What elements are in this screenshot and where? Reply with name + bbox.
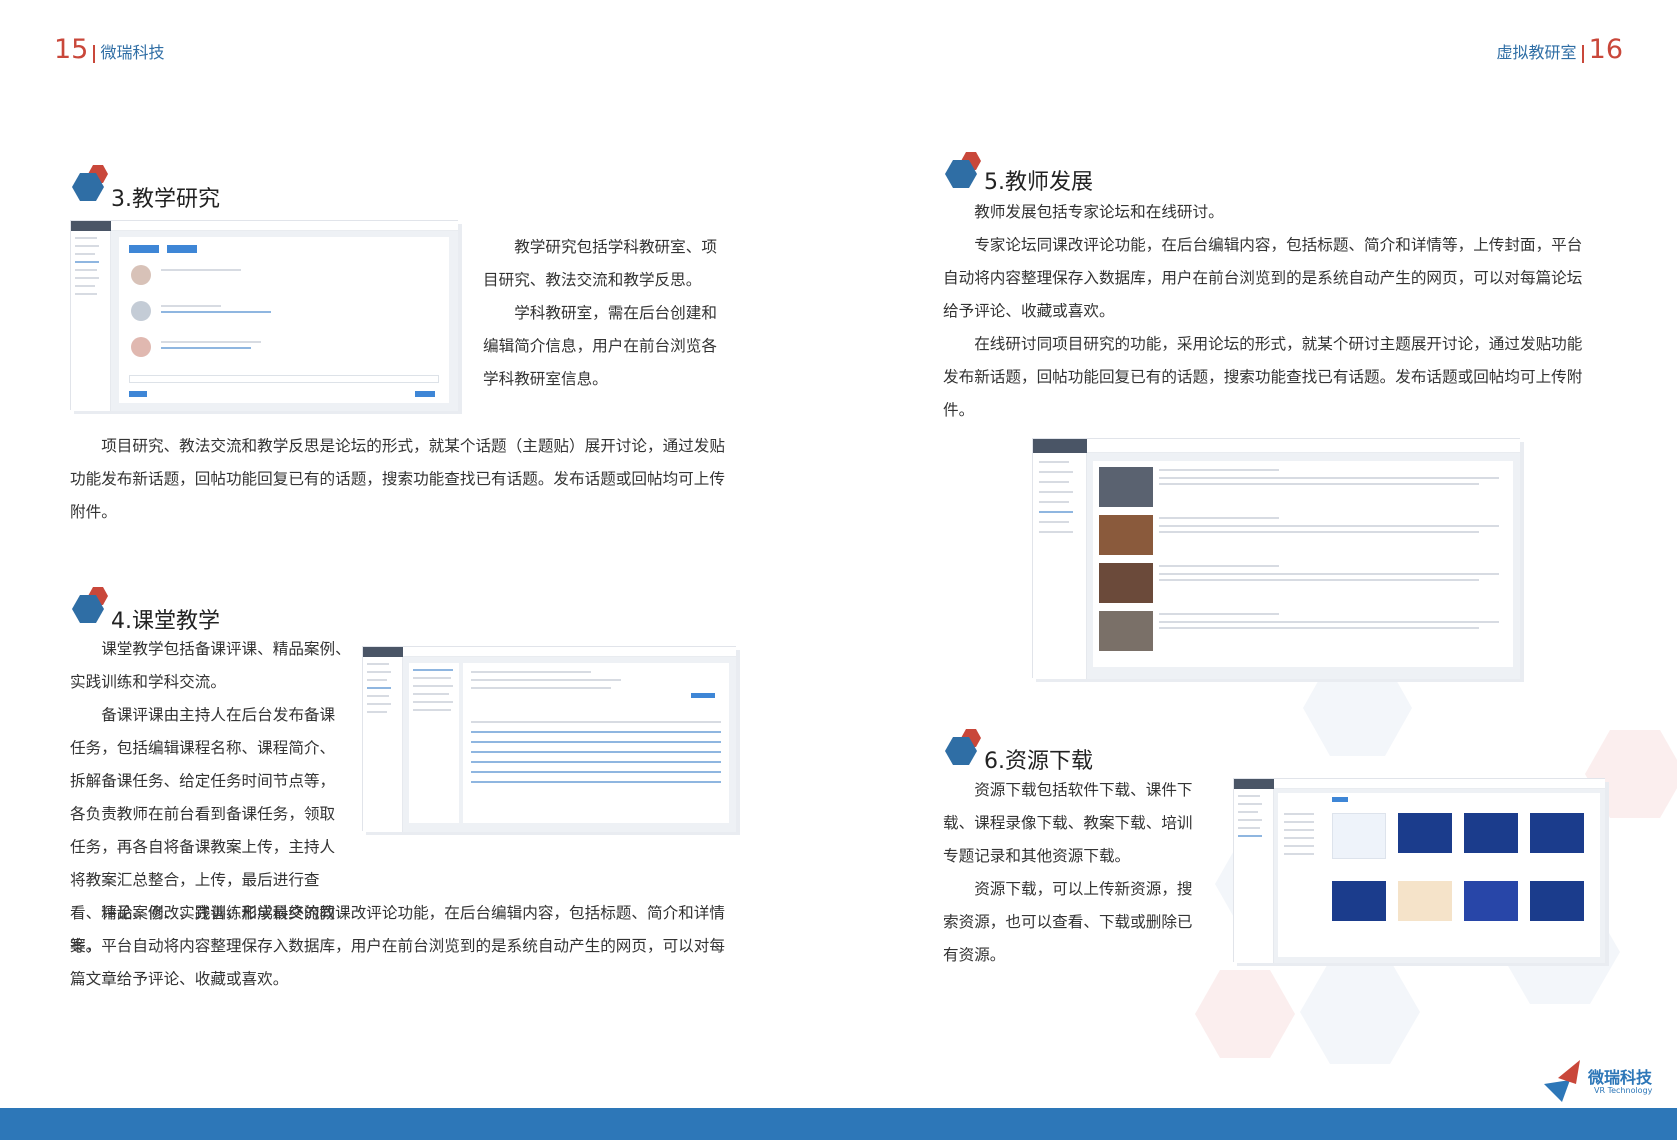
section-5-body: 教师发展包括专家论坛和在线研讨。 专家论坛同课改评论功能，在后台编辑内容，包括标… — [943, 196, 1591, 427]
footer-logo-sub: VR Technology — [1594, 1086, 1653, 1095]
right-page-title: 虚拟教研室 — [1496, 43, 1577, 62]
section-4-title: 4.课堂教学 — [111, 609, 220, 634]
section-3-para-2: 学科教研室，需在后台创建和编辑简介信息，用户在前台浏览各学科教研室信息。 — [483, 304, 717, 388]
hexagon-icon — [72, 587, 108, 623]
section-4-para-2-wrap: 备课评课由主持人在后台发布备课任务，包括编辑课程名称、课程简介、拆解备课任务、给… — [70, 699, 352, 955]
header-divider — [1581, 44, 1584, 63]
footer-logo-name: 微瑞科技 — [1588, 1068, 1653, 1087]
section-4-intro: 课堂教学包括备课评课、精品案例、实践训练和学科交流。 — [70, 633, 352, 699]
footer-logo: 微瑞科技 VR Technology — [1540, 1050, 1670, 1106]
section-3-title: 3.教学研究 — [111, 187, 220, 212]
hexagon-icon — [945, 152, 981, 188]
section-6-para-2: 资源下载，可以上传新资源，搜索资源，也可以查看、下载或删除已有资源。 — [943, 880, 1193, 964]
section-5-para-3: 在线研讨同项目研究的功能，采用论坛的形式，就某个研讨主题展开讨论，通过发贴功能发… — [943, 335, 1583, 419]
header-divider — [93, 44, 96, 63]
right-page-number: 16 — [1588, 34, 1623, 65]
hexagon-icon — [72, 165, 108, 201]
section-5-para-1: 教师发展包括专家论坛和在线研讨。 — [974, 203, 1224, 221]
resource-download-screenshot — [1233, 778, 1605, 963]
section-6-title: 6.资源下载 — [984, 749, 1093, 774]
footer-bar — [0, 1108, 1677, 1140]
section-5-para-2: 专家论坛同课改评论功能，在后台编辑内容，包括标题、简介和详情等，上传封面，平台自… — [943, 236, 1583, 320]
section-4-body: 精品案例、实践训练和学科交流同课改评论功能，在后台编辑内容，包括标题、简介和详情… — [70, 897, 740, 996]
section-3-intro: 教学研究包括学科教研室、项目研究、教法交流和教学反思。 学科教研室，需在后台创建… — [483, 231, 729, 396]
teaching-research-screenshot — [70, 220, 458, 411]
section-3-para-1: 教学研究包括学科教研室、项目研究、教法交流和教学反思。 — [483, 238, 717, 289]
company-logo-icon — [1544, 1060, 1580, 1102]
section-6-body: 资源下载包括软件下载、课件下载、课程录像下载、教案下载、培训专题记录和其他资源下… — [943, 774, 1203, 972]
left-page-header: 15 微瑞科技 — [54, 34, 165, 65]
section-4-para-1: 课堂教学包括备课评课、精品案例、实践训练和学科交流。 — [70, 640, 351, 691]
left-page-number: 15 — [54, 34, 89, 65]
section-4-para-3: 精品案例、实践训练和学科交流同课改评论功能，在后台编辑内容，包括标题、简介和详情… — [70, 904, 725, 988]
section-5-title: 5.教师发展 — [984, 170, 1093, 195]
section-3-body: 项目研究、教法交流和教学反思是论坛的形式，就某个话题（主题贴）展开讨论，通过发贴… — [70, 430, 730, 529]
mock-topbar — [111, 221, 458, 231]
mock-logo — [71, 221, 111, 231]
section-3-para-3: 项目研究、教法交流和教学反思是论坛的形式，就某个话题（主题贴）展开讨论，通过发贴… — [70, 437, 725, 521]
left-brand-name: 微瑞科技 — [100, 43, 165, 62]
teacher-development-screenshot — [1032, 438, 1520, 679]
hexagon-icon — [945, 729, 981, 765]
mock-sidebar — [71, 231, 111, 411]
section-6-para-1: 资源下载包括软件下载、课件下载、课程录像下载、教案下载、培训专题记录和其他资源下… — [943, 781, 1193, 865]
right-page-header: 虚拟教研室 16 — [1496, 34, 1623, 65]
